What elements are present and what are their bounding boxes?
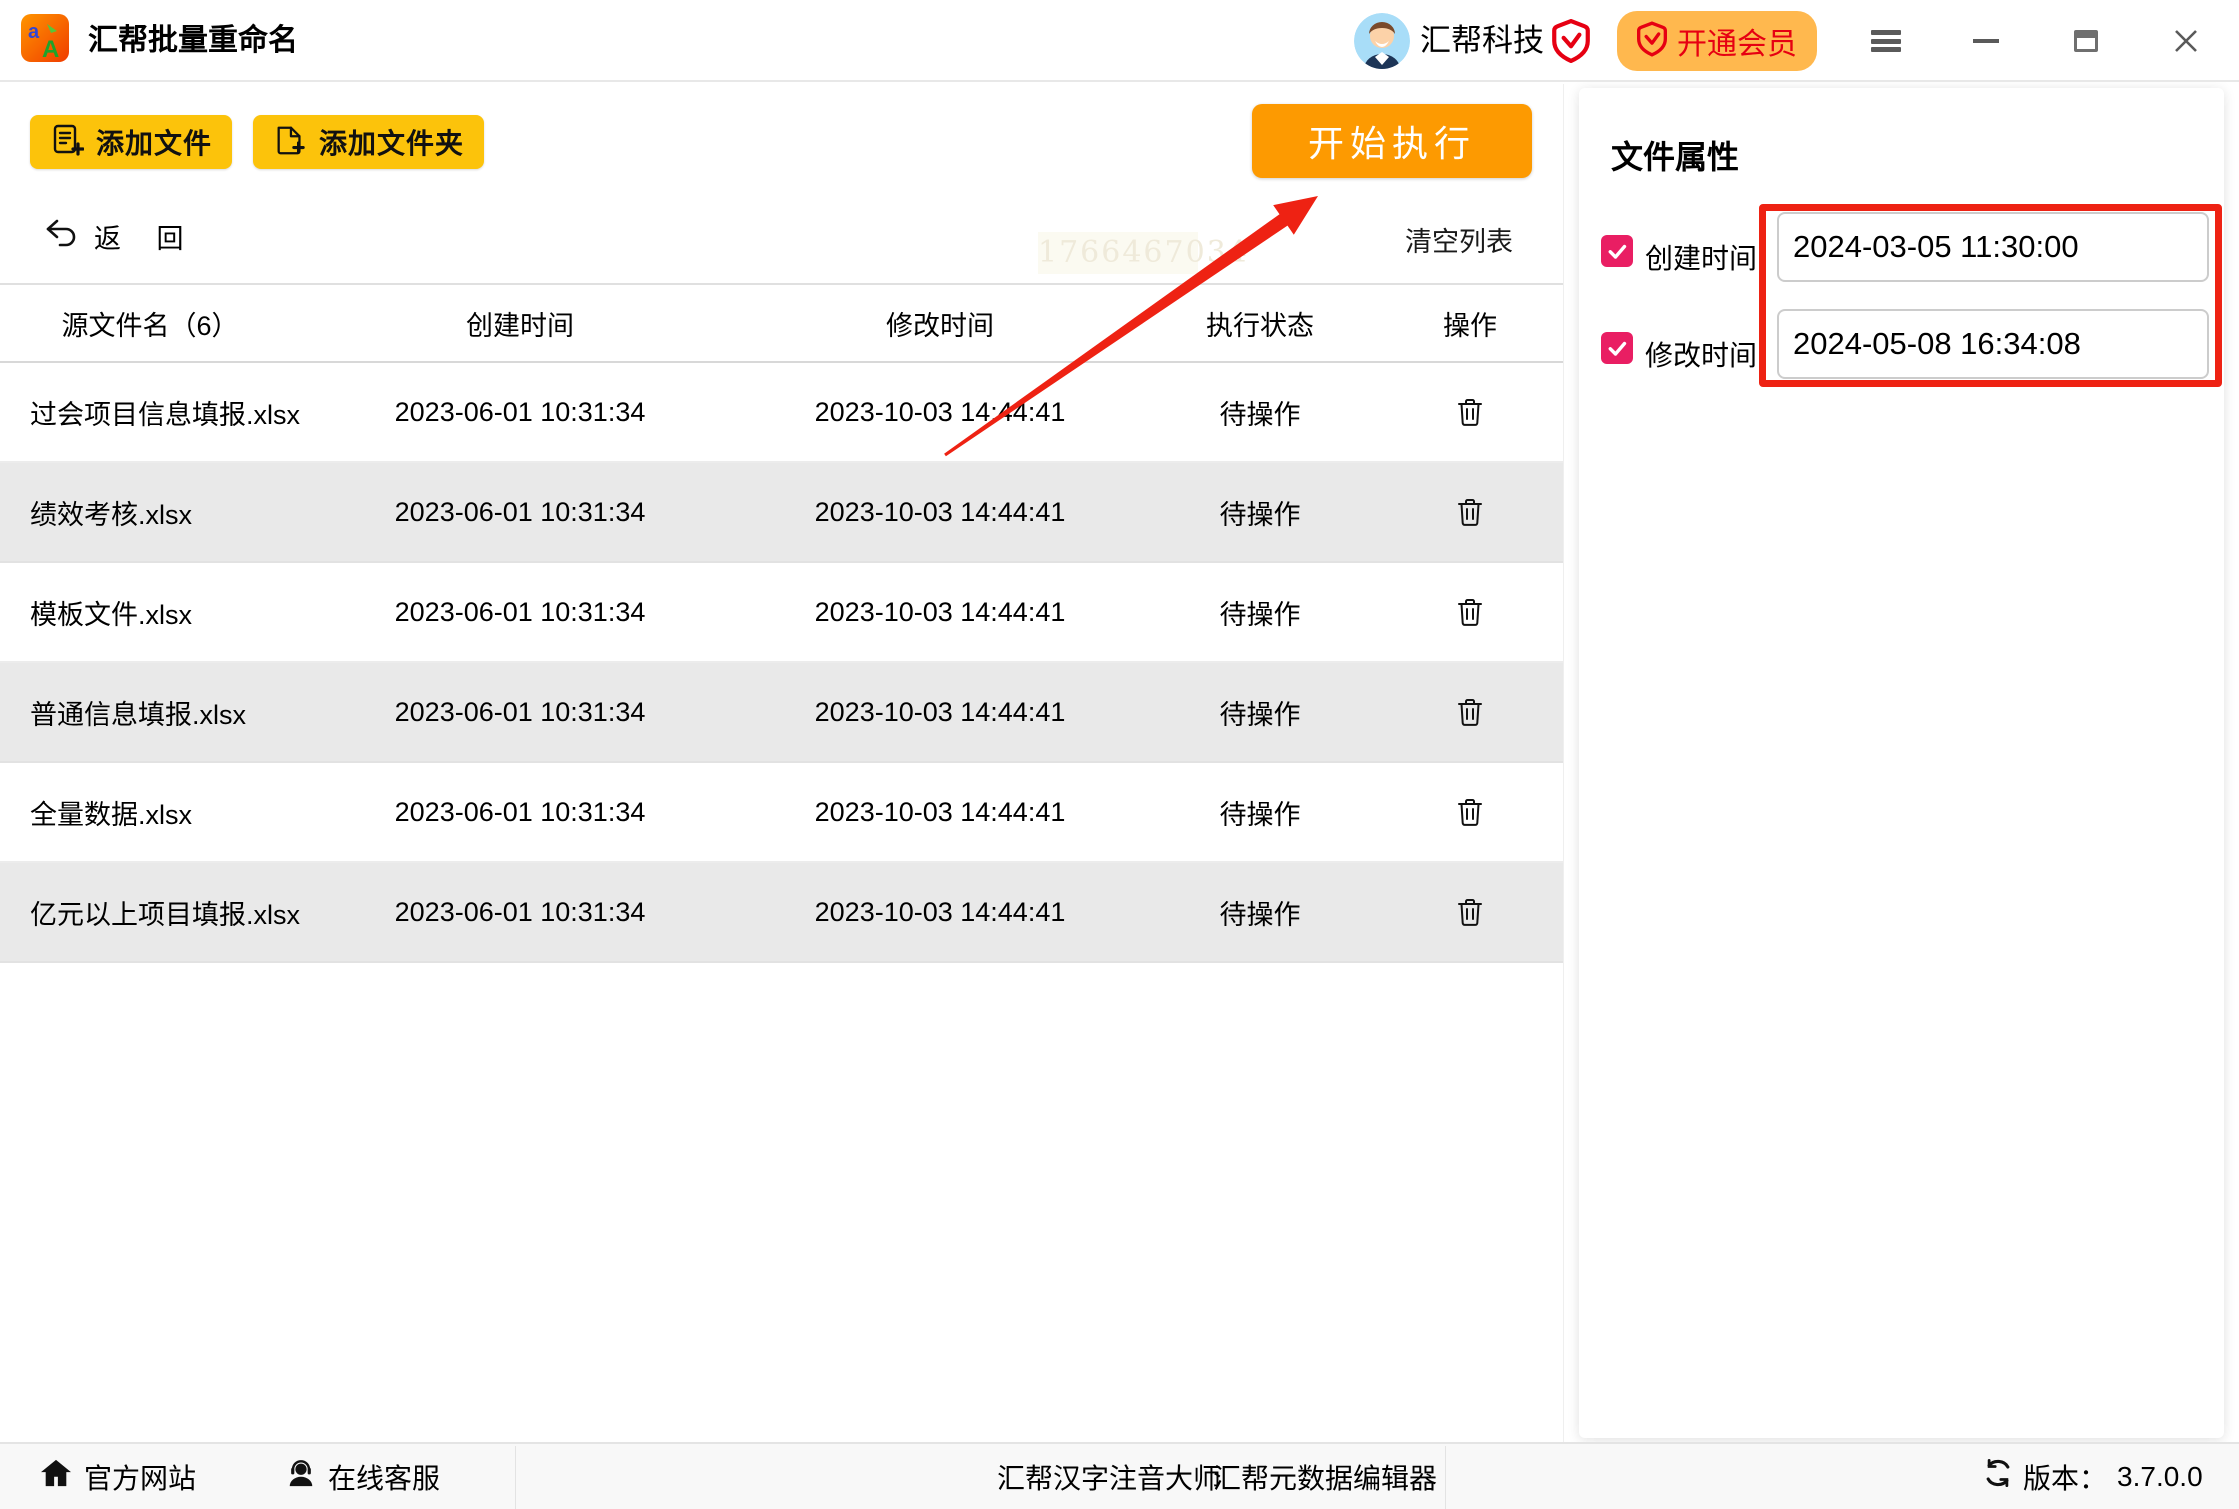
home-icon xyxy=(40,1458,72,1495)
modified-time-checkbox[interactable] xyxy=(1601,332,1633,364)
footer-divider xyxy=(515,1446,516,1509)
created-time: 2023-06-01 10:31:34 xyxy=(300,697,740,728)
file-name: 普通信息填报.xlsx xyxy=(0,693,300,732)
modified-time: 2023-10-03 14:44:41 xyxy=(740,897,1140,928)
online-service-label: 在线客服 xyxy=(328,1457,440,1497)
trash-icon[interactable] xyxy=(1456,497,1484,527)
properties-title: 文件属性 xyxy=(1611,132,1739,178)
header-exec-status: 执行状态 xyxy=(1140,304,1380,343)
exec-status: 待操作 xyxy=(1140,493,1380,532)
check-icon xyxy=(1605,336,1629,360)
open-membership-button[interactable]: 开通会员 xyxy=(1617,11,1817,71)
created-time: 2023-06-01 10:31:34 xyxy=(300,597,740,628)
properties-panel: 文件属性 创建时间 修改时间 xyxy=(1563,84,2239,1442)
user-avatar[interactable] xyxy=(1354,13,1410,69)
modified-time-label: 修改时间 xyxy=(1645,334,1757,374)
open-membership-label: 开通会员 xyxy=(1677,19,1797,63)
refresh-icon[interactable] xyxy=(1983,1459,2013,1494)
svg-text:a: a xyxy=(28,21,40,43)
created-time-label: 创建时间 xyxy=(1645,237,1757,277)
created-time: 2023-06-01 10:31:34 xyxy=(300,797,740,828)
table-row: 绩效考核.xlsx2023-06-01 10:31:342023-10-03 1… xyxy=(0,463,1563,563)
table-header-row: 源文件名（6） 创建时间 修改时间 执行状态 操作 xyxy=(0,283,1563,363)
file-name: 模板文件.xlsx xyxy=(0,593,300,632)
official-site-link[interactable]: 官方网站 xyxy=(40,1444,196,1509)
created-time-input[interactable] xyxy=(1777,212,2209,282)
maximize-icon[interactable] xyxy=(2056,0,2116,82)
trash-icon[interactable] xyxy=(1456,397,1484,427)
version-value: 3.7.0.0 xyxy=(2117,1461,2203,1493)
app-logo: a A xyxy=(21,14,69,62)
header-modified-time: 修改时间 xyxy=(740,304,1140,343)
file-name: 绩效考核.xlsx xyxy=(0,493,300,532)
table-row: 模板文件.xlsx2023-06-01 10:31:342023-10-03 1… xyxy=(0,563,1563,663)
official-site-label: 官方网站 xyxy=(84,1457,196,1497)
back-button[interactable]: 返 回 xyxy=(40,216,198,257)
modified-time: 2023-10-03 14:44:41 xyxy=(740,597,1140,628)
created-time: 2023-06-01 10:31:34 xyxy=(300,397,740,428)
close-icon[interactable] xyxy=(2156,0,2216,82)
add-folder-icon xyxy=(273,123,307,162)
version-info: 版本： 3.7.0.0 xyxy=(1983,1444,2203,1509)
trash-icon[interactable] xyxy=(1456,797,1484,827)
footer-divider xyxy=(1445,1446,1446,1509)
file-name: 过会项目信息填报.xlsx xyxy=(0,393,300,432)
version-label: 版本： xyxy=(2023,1457,2107,1497)
add-folder-button[interactable]: 添加文件夹 xyxy=(253,115,484,169)
created-time-checkbox[interactable] xyxy=(1601,235,1633,267)
modified-time: 2023-10-03 14:44:41 xyxy=(740,497,1140,528)
created-time: 2023-06-01 10:31:34 xyxy=(300,897,740,928)
add-file-button[interactable]: 添加文件 xyxy=(30,115,232,169)
check-icon xyxy=(1605,239,1629,263)
menu-icon[interactable] xyxy=(1856,0,1916,82)
file-name: 亿元以上项目填报.xlsx xyxy=(0,893,300,932)
add-folder-label: 添加文件夹 xyxy=(319,122,464,162)
properties-card: 文件属性 创建时间 修改时间 xyxy=(1579,88,2224,1438)
exec-status: 待操作 xyxy=(1140,693,1380,732)
vip-shield-icon xyxy=(1552,19,1590,63)
modified-time-input[interactable] xyxy=(1777,309,2209,379)
svg-text:A: A xyxy=(42,36,59,62)
exec-status: 待操作 xyxy=(1140,593,1380,632)
watermark: 1766467034 xyxy=(1038,232,1198,274)
header-source-name: 源文件名（6） xyxy=(0,304,300,343)
add-file-icon xyxy=(50,123,84,162)
minimize-icon[interactable] xyxy=(1956,0,2016,82)
footer-bar: 官方网站 在线客服 汇帮汉字注音大师 汇帮元数据编辑器 xyxy=(0,1442,2239,1509)
table-row: 全量数据.xlsx2023-06-01 10:31:342023-10-03 1… xyxy=(0,763,1563,863)
trash-icon[interactable] xyxy=(1456,597,1484,627)
back-arrow-icon xyxy=(40,216,80,257)
online-service-link[interactable]: 在线客服 xyxy=(286,1444,440,1509)
trash-icon[interactable] xyxy=(1456,897,1484,927)
start-execute-button[interactable]: 开始执行 xyxy=(1252,104,1532,178)
metadata-editor-link[interactable]: 汇帮元数据编辑器 xyxy=(1213,1444,1437,1509)
add-file-label: 添加文件 xyxy=(96,122,212,162)
title-bar: a A 汇帮批量重命名 汇帮科技 xyxy=(0,0,2239,82)
headset-icon xyxy=(286,1458,316,1495)
file-table: 源文件名（6） 创建时间 修改时间 执行状态 操作 过会项目信息填报.xlsx2… xyxy=(0,283,1563,963)
header-created-time: 创建时间 xyxy=(300,304,740,343)
modified-time: 2023-10-03 14:44:41 xyxy=(740,697,1140,728)
table-row: 过会项目信息填报.xlsx2023-06-01 10:31:342023-10-… xyxy=(0,363,1563,463)
modified-time: 2023-10-03 14:44:41 xyxy=(740,397,1140,428)
clear-list-button[interactable]: 清空列表 xyxy=(1405,220,1513,259)
table-row: 亿元以上项目填报.xlsx2023-06-01 10:31:342023-10-… xyxy=(0,863,1563,963)
back-label: 返 回 xyxy=(94,217,198,256)
exec-status: 待操作 xyxy=(1140,393,1380,432)
header-operation: 操作 xyxy=(1380,304,1560,343)
exec-status: 待操作 xyxy=(1140,793,1380,832)
app-window: a A 汇帮批量重命名 汇帮科技 xyxy=(0,0,2239,1509)
exec-status: 待操作 xyxy=(1140,893,1380,932)
table-row: 普通信息填报.xlsx2023-06-01 10:31:342023-10-03… xyxy=(0,663,1563,763)
file-name: 全量数据.xlsx xyxy=(0,793,300,832)
vip-shield-icon xyxy=(1637,21,1667,62)
user-name[interactable]: 汇帮科技 xyxy=(1420,0,1544,82)
trash-icon[interactable] xyxy=(1456,697,1484,727)
file-table-body: 过会项目信息填报.xlsx2023-06-01 10:31:342023-10-… xyxy=(0,363,1563,963)
app-title: 汇帮批量重命名 xyxy=(88,0,298,82)
pinyin-master-link[interactable]: 汇帮汉字注音大师 xyxy=(997,1444,1221,1509)
created-time: 2023-06-01 10:31:34 xyxy=(300,497,740,528)
main-area: 添加文件 添加文件夹 开始执行 返 回 清空列表 17 xyxy=(0,84,1563,1442)
modified-time: 2023-10-03 14:44:41 xyxy=(740,797,1140,828)
